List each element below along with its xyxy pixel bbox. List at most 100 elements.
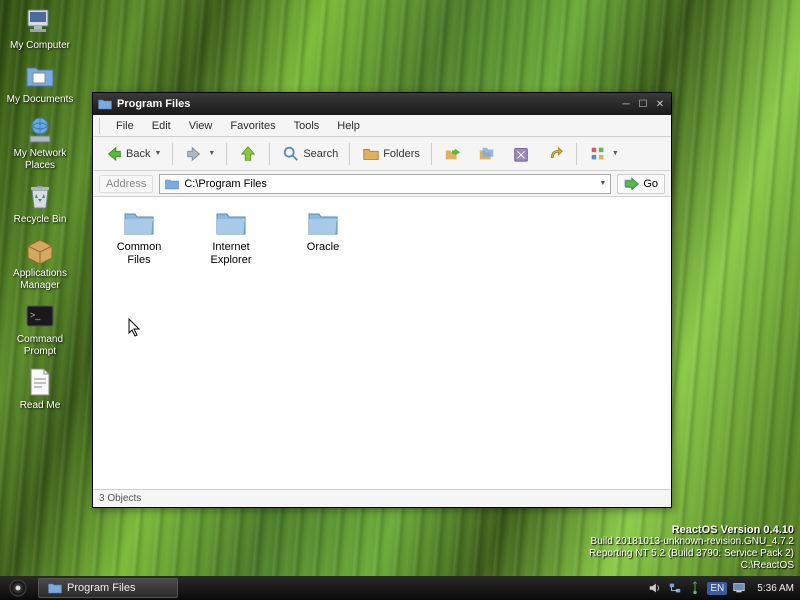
go-label: Go: [643, 178, 658, 190]
start-button[interactable]: [2, 577, 34, 599]
folder-internet-explorer[interactable]: Internet Explorer: [197, 209, 265, 267]
explorer-window: Program Files ─ ☐ ✕ File Edit View Favor…: [92, 92, 672, 508]
os-version: ReactOS Version 0.4.10: [589, 524, 794, 536]
folder-label: Oracle: [307, 241, 339, 254]
folders-label: Folders: [383, 148, 420, 160]
folder-docs-icon: [24, 60, 56, 92]
folder-label: Internet Explorer: [197, 241, 265, 267]
folder-icon: [123, 209, 155, 237]
chevron-down-icon: ▼: [154, 150, 161, 157]
recycle-icon: [24, 180, 56, 212]
folder-common-files[interactable]: Common Files: [105, 209, 173, 267]
desktop-icon-label: My Computer: [10, 40, 70, 52]
move-to-button[interactable]: [438, 141, 468, 167]
system-tray: EN 5:36 AM: [643, 580, 798, 596]
text-file-icon: [24, 366, 56, 398]
move-to-icon: [443, 144, 463, 164]
chevron-down-icon[interactable]: ▼: [599, 180, 606, 187]
desktop-icon-label: Applications Manager: [6, 268, 74, 292]
folder-icon: [164, 176, 180, 192]
address-field[interactable]: ▼: [159, 174, 611, 194]
views-icon: [588, 144, 608, 164]
delete-icon: [511, 144, 531, 164]
folder-icon: [47, 580, 63, 596]
desktop-tray-icon[interactable]: [731, 580, 747, 596]
folder-label: Common Files: [105, 241, 173, 267]
network-tray-icon[interactable]: [667, 580, 683, 596]
desktop-icon-label: My Documents: [7, 94, 74, 106]
back-label: Back: [126, 148, 150, 160]
usb-icon[interactable]: [687, 580, 703, 596]
task-label: Program Files: [67, 582, 135, 594]
titlebar[interactable]: Program Files ─ ☐ ✕: [93, 93, 671, 115]
views-button[interactable]: ▼: [583, 141, 624, 167]
toolbar: Back ▼ ▼ Search Folders: [93, 137, 671, 171]
status-text: 3 Objects: [99, 493, 141, 504]
taskbar-clock[interactable]: 5:36 AM: [757, 583, 794, 594]
copy-to-button[interactable]: [472, 141, 502, 167]
desktop-icon-my-documents[interactable]: My Documents: [6, 60, 74, 106]
desktop-icon-command-prompt[interactable]: >_ Command Prompt: [6, 300, 74, 358]
computer-icon: [24, 6, 56, 38]
folder-icon: [97, 96, 113, 112]
menu-favorites[interactable]: Favorites: [222, 118, 283, 134]
arrow-left-icon: [104, 144, 124, 164]
back-button[interactable]: Back ▼: [99, 141, 166, 167]
folder-icon: [307, 209, 339, 237]
os-reporting: Reporting NT 5.2 (Build 3790: Service Pa…: [589, 548, 794, 560]
menu-tools[interactable]: Tools: [286, 118, 328, 134]
menubar: File Edit View Favorites Tools Help: [93, 115, 671, 137]
menu-view[interactable]: View: [181, 118, 221, 134]
undo-button[interactable]: [540, 141, 570, 167]
go-button[interactable]: Go: [617, 174, 665, 194]
maximize-button[interactable]: ☐: [636, 97, 650, 111]
desktop-icons-column: My Computer My Documents My Network Plac…: [6, 6, 74, 412]
os-path: C:\ReactOS: [589, 560, 794, 572]
menu-edit[interactable]: Edit: [144, 118, 179, 134]
os-info-overlay: ReactOS Version 0.4.10 Build 20181013-un…: [589, 524, 794, 572]
forward-button[interactable]: ▼: [179, 141, 220, 167]
arrow-up-icon: [238, 144, 258, 164]
folder-icon: [215, 209, 247, 237]
addressbar: Address ▼ Go: [93, 171, 671, 197]
network-icon: [24, 114, 56, 146]
address-label: Address: [99, 175, 153, 193]
up-button[interactable]: [233, 141, 263, 167]
arrow-right-icon: [184, 144, 204, 164]
desktop-icon-my-computer[interactable]: My Computer: [6, 6, 74, 52]
window-title: Program Files: [117, 98, 619, 110]
chevron-down-icon: ▼: [208, 150, 215, 157]
search-label: Search: [303, 148, 338, 160]
taskbar-item-program-files[interactable]: Program Files: [38, 578, 178, 598]
desktop-icon-network-places[interactable]: My Network Places: [6, 114, 74, 172]
box-icon: [24, 234, 56, 266]
menu-file[interactable]: File: [108, 118, 142, 134]
statusbar: 3 Objects: [93, 489, 671, 507]
desktop-icon-applications-manager[interactable]: Applications Manager: [6, 234, 74, 292]
desktop-icon-label: My Network Places: [6, 148, 74, 172]
undo-icon: [545, 144, 565, 164]
search-button[interactable]: Search: [276, 141, 343, 167]
go-icon: [624, 177, 640, 191]
chevron-down-icon: ▼: [612, 150, 619, 157]
language-indicator[interactable]: EN: [707, 582, 727, 595]
desktop-icon-label: Command Prompt: [6, 334, 74, 358]
address-input[interactable]: [184, 178, 593, 190]
close-button[interactable]: ✕: [653, 97, 667, 111]
menu-help[interactable]: Help: [329, 118, 368, 134]
desktop-icon-label: Read Me: [20, 400, 61, 412]
minimize-button[interactable]: ─: [619, 97, 633, 111]
delete-button[interactable]: [506, 141, 536, 167]
folder-content[interactable]: Common Files Internet Explorer Oracle: [93, 197, 671, 489]
sound-icon[interactable]: [647, 580, 663, 596]
folder-oracle[interactable]: Oracle: [289, 209, 357, 254]
folders-button[interactable]: Folders: [356, 141, 425, 167]
desktop-icon-read-me[interactable]: Read Me: [6, 366, 74, 412]
folders-icon: [361, 144, 381, 164]
search-icon: [281, 144, 301, 164]
terminal-icon: >_: [24, 300, 56, 332]
desktop-icon-label: Recycle Bin: [14, 214, 67, 226]
taskbar: Program Files EN 5:36 AM: [0, 576, 800, 600]
os-build: Build 20181013-unknown-revision.GNU_4.7.…: [589, 536, 794, 548]
desktop-icon-recycle-bin[interactable]: Recycle Bin: [6, 180, 74, 226]
